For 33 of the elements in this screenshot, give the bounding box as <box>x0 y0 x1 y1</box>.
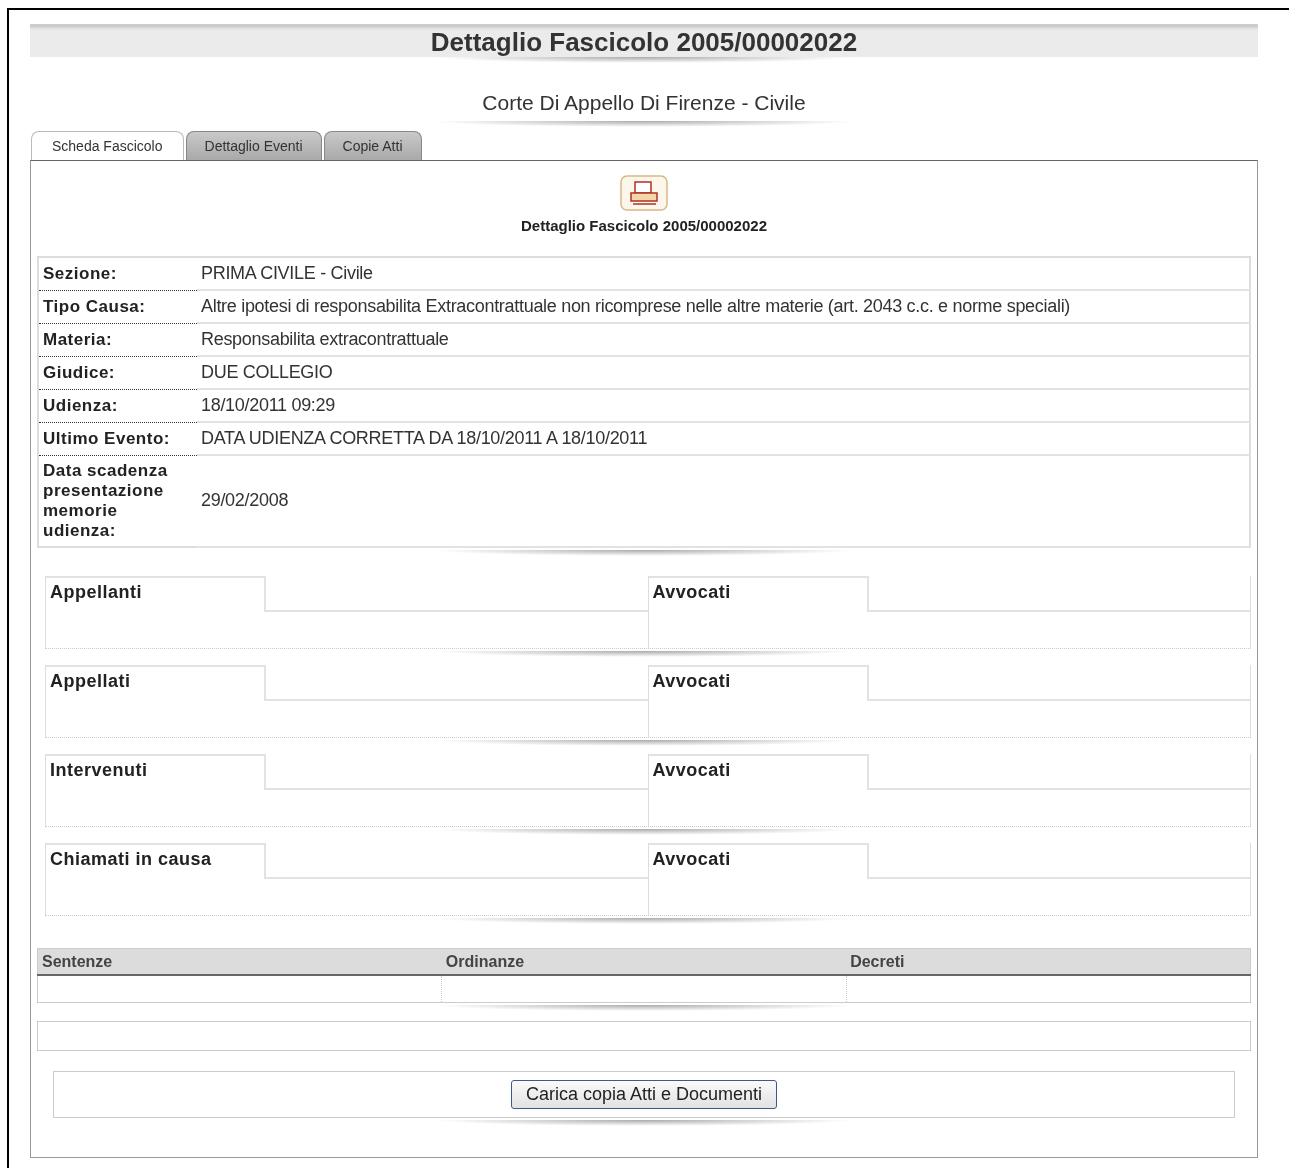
tab[interactable]: Scheda Fascicolo <box>31 131 184 160</box>
detail-value: DUE COLLEGIO <box>197 356 1250 389</box>
column-header: Ordinanze <box>441 948 847 975</box>
detail-value: Altre ipotesi di responsabilita Extracontrattuale non ricomprese nelle altre materie (art. 2043 c.c. e norme speciali) <box>197 290 1250 323</box>
detail-value: 18/10/2011 09:29 <box>197 389 1250 422</box>
detail-label: Ultimo Evento: <box>38 422 197 455</box>
tab[interactable]: Dettaglio Eventi <box>185 131 322 160</box>
column-header: Decreti <box>846 948 1251 975</box>
tab[interactable]: Copie Atti <box>323 131 422 160</box>
column-header: Sentenze <box>37 948 442 975</box>
party-heading: Chiamati in causa <box>46 842 266 879</box>
party-heading: Intervenuti <box>46 753 266 790</box>
lawyers-heading: Avvocati <box>648 753 869 790</box>
detail-label: Giudice: <box>38 356 197 389</box>
page-title: Dettaglio Fascicolo 2005/00002022 <box>430 27 858 57</box>
lawyers-heading: Avvocati <box>648 664 869 701</box>
detail-label: Data scadenza presentazione memorie udienza: <box>38 455 197 547</box>
detail-value: 29/02/2008 <box>197 455 1250 547</box>
detail-value: PRIMA CIVILE - Civile <box>197 257 1250 290</box>
court-name: Corte Di Appello Di Firenze - Civile <box>481 91 807 115</box>
lawyers-heading: Avvocati <box>648 842 869 879</box>
party-heading: Appellati <box>46 664 266 701</box>
print-caption: Dettaglio Fascicolo 2005/00002022 <box>521 217 767 234</box>
detail-label: Udienza: <box>38 389 197 422</box>
upload-button[interactable]: Carica copia Atti e Documenti <box>510 1079 778 1109</box>
detail-label: Tipo Causa: <box>38 290 197 323</box>
detail-value: DATA UDIENZA CORRETTA DA 18/10/2011 A 18/10/2011 <box>197 422 1250 455</box>
detail-label: Materia: <box>38 323 197 356</box>
printer-icon[interactable] <box>620 175 668 211</box>
lawyers-heading: Avvocati <box>648 575 869 612</box>
detail-value: Responsabilita extracontrattuale <box>197 323 1250 356</box>
detail-label: Sezione: <box>38 257 197 290</box>
party-heading: Appellanti <box>46 575 266 612</box>
